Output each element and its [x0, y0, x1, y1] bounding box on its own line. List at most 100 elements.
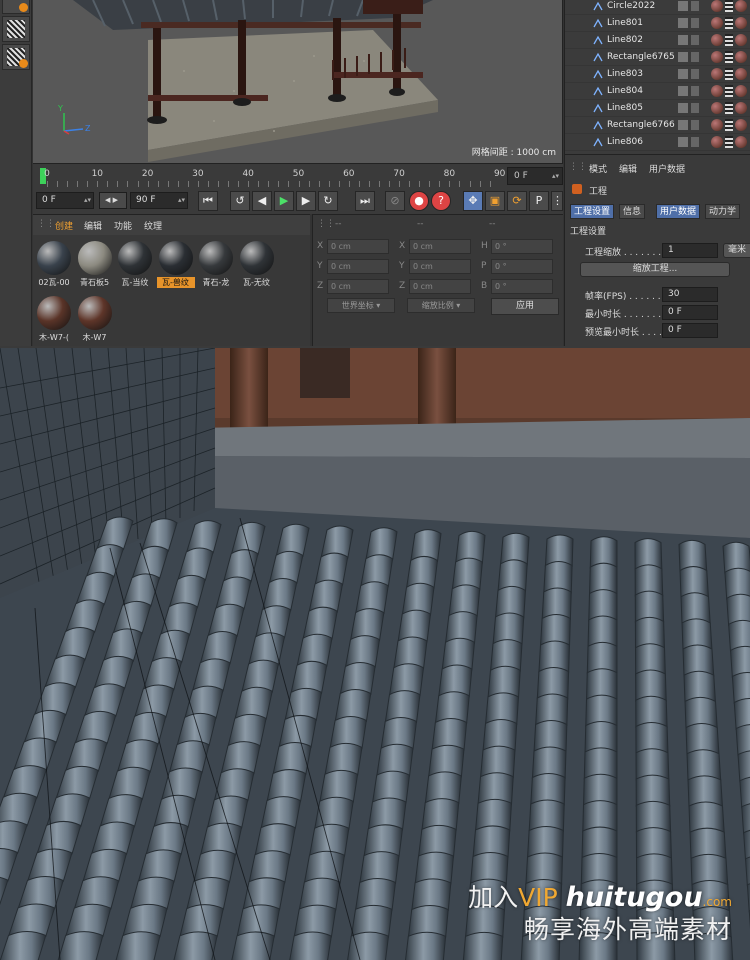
render-toggle[interactable] [691, 137, 699, 147]
material-tag-icon[interactable] [735, 102, 747, 114]
material-tag-icon[interactable] [711, 85, 723, 97]
object-row[interactable]: Line801 [565, 16, 750, 32]
object-row[interactable]: Line804 [565, 84, 750, 100]
coordinate-field[interactable]: 0 cm [409, 279, 471, 294]
min-time-field[interactable]: 0 F [662, 305, 718, 320]
render-toggle[interactable] [691, 86, 699, 96]
play-button[interactable]: ▶ [274, 191, 294, 211]
render-toggle[interactable] [691, 103, 699, 113]
end-frame-field[interactable]: 90 F ▴▾ [130, 192, 188, 209]
material-tag-icon[interactable] [711, 119, 723, 131]
material-tag-icon[interactable] [711, 68, 723, 80]
go-to-end-button[interactable]: ⏭ [355, 191, 375, 211]
texture-tag-icon[interactable] [725, 51, 733, 63]
object-row[interactable]: Rectangle6766 [565, 118, 750, 134]
coordinate-field[interactable]: 0 cm [327, 279, 389, 294]
material-tag-icon[interactable] [711, 17, 723, 29]
texture-tag-icon[interactable] [725, 68, 733, 80]
material-swatch[interactable]: 木-W7-( [35, 294, 73, 344]
param-key-button[interactable]: P [529, 191, 549, 211]
coordinate-field[interactable]: 0 cm [327, 239, 389, 254]
start-frame-field[interactable]: 0 F ▴▾ [36, 192, 94, 209]
render-toggle[interactable] [691, 69, 699, 79]
object-row[interactable]: Circle2022 [565, 0, 750, 15]
coordinate-field[interactable]: 0 cm [409, 259, 471, 274]
menu-create[interactable]: 创建 [55, 219, 73, 232]
material-tag-icon[interactable] [711, 34, 723, 46]
texture-tag-icon[interactable] [725, 102, 733, 114]
render-toggle[interactable] [691, 35, 699, 45]
menu-edit[interactable]: 编辑 [84, 219, 102, 232]
visibility-toggle[interactable] [678, 18, 688, 28]
coordinate-field[interactable]: 0 cm [409, 239, 471, 254]
coordinate-mode-select[interactable]: 世界坐标 ▾ [327, 298, 395, 313]
drag-handle-icon[interactable]: ⋮⋮ [317, 219, 335, 229]
material-swatch[interactable]: 青石-龙 [197, 239, 235, 289]
go-to-start-button[interactable]: ⏮ [198, 191, 218, 211]
3d-viewport[interactable]: Y Z 网格间距 : 1000 cm [33, 0, 563, 163]
step-forward-button[interactable]: ▶ [296, 191, 316, 211]
visibility-toggle[interactable] [678, 35, 688, 45]
object-row[interactable]: Line805 [565, 101, 750, 117]
visibility-toggle[interactable] [678, 103, 688, 113]
next-key-button[interactable]: ↻ [318, 191, 338, 211]
menu-edit[interactable]: 编辑 [619, 162, 637, 175]
timeline-ruler[interactable]: 0 10 20 30 40 50 60 70 80 90 0 F ▴▾ [33, 163, 563, 187]
object-row[interactable]: Line802 [565, 33, 750, 49]
unit-select[interactable]: 毫米 [723, 243, 750, 258]
material-tag-icon[interactable] [711, 102, 723, 114]
texture-tag-icon[interactable] [725, 0, 733, 12]
object-row[interactable]: Line803 [565, 67, 750, 83]
menu-user-data[interactable]: 用户数据 [649, 162, 685, 175]
fps-field[interactable]: 30 [662, 287, 718, 302]
material-swatch[interactable]: 木-W7 [76, 294, 114, 344]
move-key-button[interactable]: ✥ [463, 191, 483, 211]
material-tag-icon[interactable] [735, 51, 747, 63]
coordinate-field[interactable]: 0 ° [491, 279, 553, 294]
material-tag-icon[interactable] [735, 136, 747, 148]
tab-info[interactable]: 信息 [619, 204, 646, 219]
render-toggle[interactable] [691, 52, 699, 62]
previous-key-button[interactable]: ↺ [230, 191, 250, 211]
scale-key-button[interactable]: ▣ [485, 191, 505, 211]
coordinate-field[interactable]: 0 ° [491, 259, 553, 274]
material-swatch[interactable]: 青石板5 [76, 239, 114, 289]
current-frame-field[interactable]: 0 F ▴▾ [507, 167, 563, 185]
material-tag-icon[interactable] [735, 119, 747, 131]
material-swatch[interactable]: 瓦-当纹 [116, 239, 154, 289]
material-swatch[interactable]: 瓦-无纹 [238, 239, 276, 289]
visibility-toggle[interactable] [678, 52, 688, 62]
frame-range-slider[interactable]: ◀ ▶ [99, 192, 127, 209]
visibility-toggle[interactable] [678, 86, 688, 96]
visibility-toggle[interactable] [678, 137, 688, 147]
tool-button[interactable] [2, 0, 30, 14]
material-tag-icon[interactable] [711, 136, 723, 148]
menu-mode[interactable]: 模式 [589, 162, 607, 175]
object-row[interactable]: Rectangle6765 [565, 50, 750, 66]
material-tag-icon[interactable] [735, 68, 747, 80]
apply-button[interactable]: 应用 [491, 298, 559, 315]
material-tag-icon[interactable] [735, 0, 747, 12]
snap-tool-button[interactable] [2, 44, 30, 70]
coordinate-field[interactable]: 0 ° [491, 239, 553, 254]
material-tag-icon[interactable] [735, 34, 747, 46]
material-tag-icon[interactable] [735, 17, 747, 29]
render-toggle[interactable] [691, 1, 699, 11]
tab-user-data[interactable]: 用户数据 [656, 204, 701, 219]
texture-tag-icon[interactable] [725, 85, 733, 97]
material-tag-icon[interactable] [735, 85, 747, 97]
tab-project-settings[interactable]: 工程设置 [570, 204, 615, 219]
material-tag-icon[interactable] [711, 51, 723, 63]
render-toggle[interactable] [691, 120, 699, 130]
tab-dynamics[interactable]: 动力学 [705, 204, 741, 219]
record-disabled-icon[interactable]: ⊘ [385, 191, 405, 211]
texture-tag-icon[interactable] [725, 136, 733, 148]
scale-project-button[interactable]: 缩放工程... [580, 262, 730, 277]
size-mode-select[interactable]: 缩放比例 ▾ [407, 298, 475, 313]
step-back-button[interactable]: ◀ [252, 191, 272, 211]
render-toggle[interactable] [691, 18, 699, 28]
rotate-key-button[interactable]: ⟳ [507, 191, 527, 211]
material-swatch[interactable]: 瓦-兽纹 [156, 239, 195, 289]
texture-tag-icon[interactable] [725, 17, 733, 29]
object-row[interactable]: Line806 [565, 135, 750, 151]
